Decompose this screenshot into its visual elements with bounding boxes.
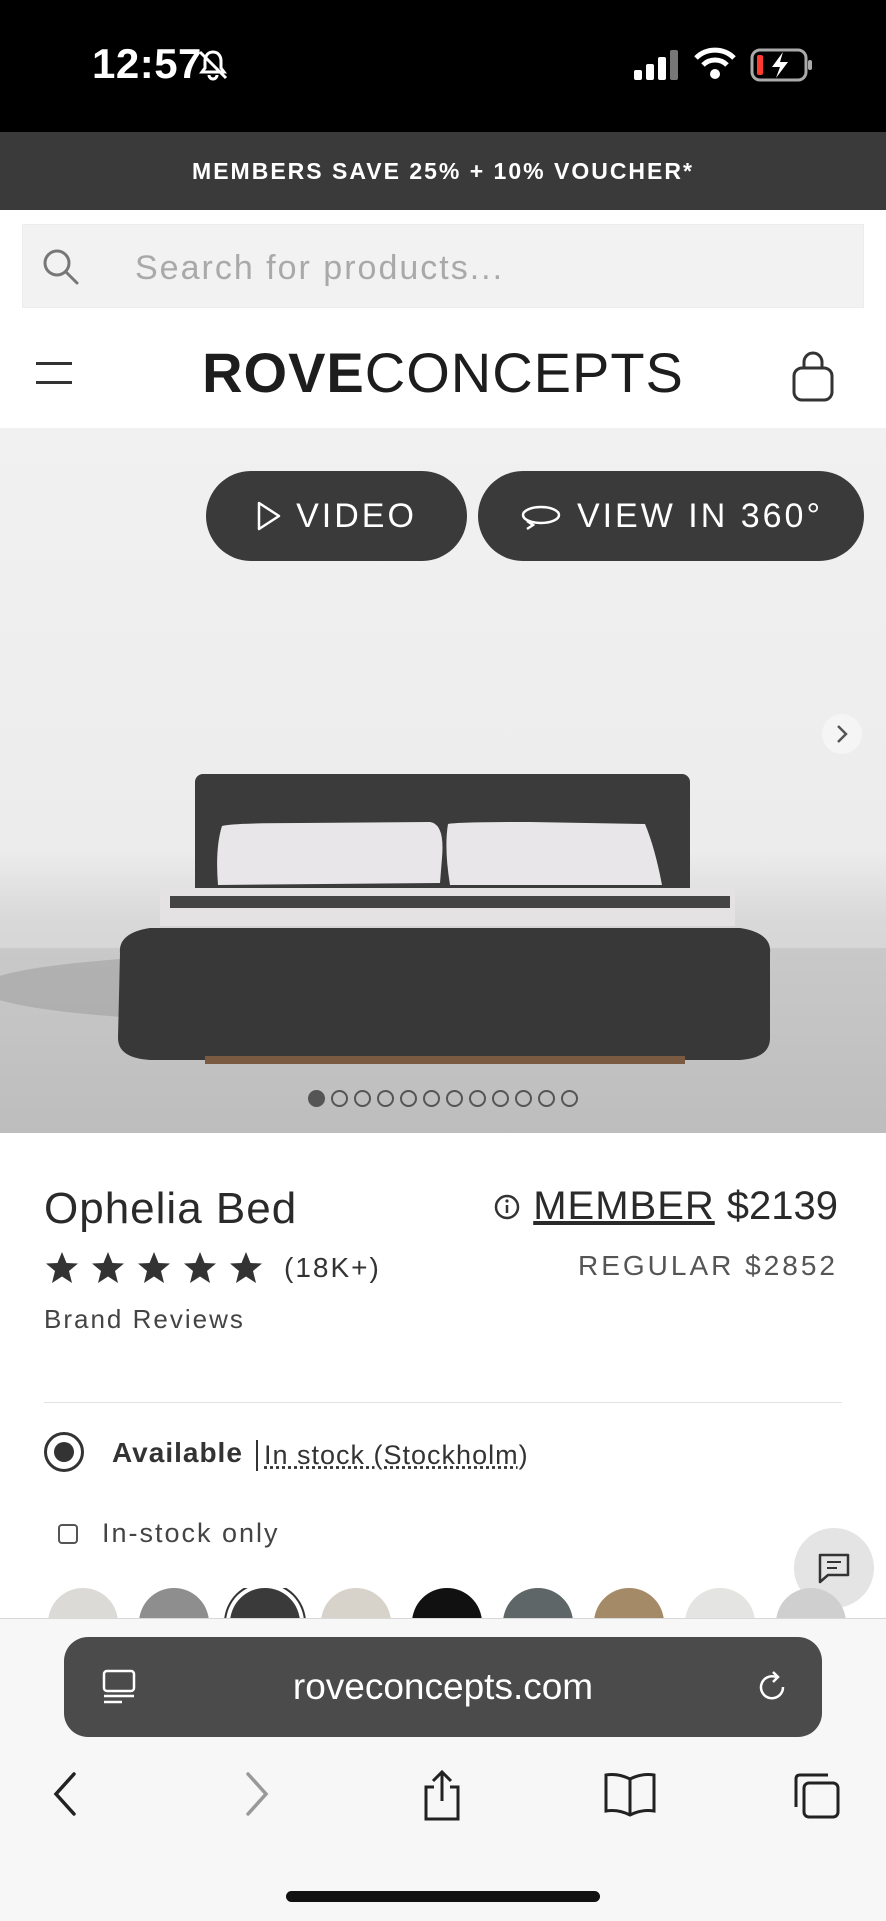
color-swatches[interactable] (0, 1588, 886, 1618)
cell-signal-icon (634, 50, 680, 80)
video-label: VIDEO (296, 497, 417, 536)
search-icon[interactable] (39, 245, 83, 289)
review-count: (18K+) (284, 1252, 381, 1284)
color-swatch[interactable] (503, 1588, 573, 1618)
rotate-360-icon (519, 501, 563, 531)
carousel-dot[interactable] (515, 1090, 532, 1107)
reader-mode-icon[interactable] (100, 1667, 140, 1707)
carousel-dot[interactable] (331, 1090, 348, 1107)
color-swatch[interactable] (321, 1588, 391, 1618)
carousel-next-button[interactable] (822, 714, 862, 754)
star-icon (90, 1250, 136, 1286)
view-360-label: VIEW IN 360° (577, 497, 823, 536)
view-360-button[interactable]: VIEW IN 360° (478, 471, 864, 561)
chevron-right-icon (835, 724, 849, 744)
color-swatch[interactable] (230, 1588, 300, 1618)
bell-slash-icon (196, 48, 230, 82)
info-icon[interactable] (493, 1193, 521, 1221)
browser-toolbar: roveconcepts.com (0, 1618, 886, 1921)
color-swatch[interactable] (139, 1588, 209, 1618)
search-input[interactable] (133, 225, 837, 311)
color-swatch[interactable] (412, 1588, 482, 1618)
chevron-right-icon (238, 1769, 274, 1819)
carousel-dot[interactable] (308, 1090, 325, 1107)
carousel-dot[interactable] (446, 1090, 463, 1107)
rating[interactable]: (18K+) (44, 1250, 381, 1286)
member-link[interactable]: MEMBER (533, 1184, 715, 1229)
color-swatch[interactable] (685, 1588, 755, 1618)
product-title: Ophelia Bed (44, 1184, 297, 1234)
back-button[interactable] (48, 1769, 84, 1824)
brand-logo[interactable]: ROVECONCEPTS (0, 340, 886, 405)
color-swatch[interactable] (776, 1588, 846, 1618)
carousel-dot[interactable] (538, 1090, 555, 1107)
carousel-dot[interactable] (400, 1090, 417, 1107)
star-icon (228, 1250, 274, 1286)
address-bar[interactable]: roveconcepts.com (64, 1637, 822, 1737)
availability-radio[interactable] (44, 1432, 84, 1472)
member-price: $2139 (727, 1184, 838, 1229)
share-button[interactable] (418, 1769, 466, 1828)
logo-bold-text: ROVE (202, 341, 365, 404)
carousel-dot[interactable] (423, 1090, 440, 1107)
chat-icon (816, 1551, 852, 1585)
book-icon (602, 1769, 658, 1819)
carousel-pagination (0, 1090, 886, 1107)
divider (44, 1402, 842, 1403)
product-image-carousel[interactable]: VIDEO VIEW IN 360° (0, 428, 886, 1133)
carousel-dot[interactable] (377, 1090, 394, 1107)
color-swatch[interactable] (48, 1588, 118, 1618)
reload-icon[interactable] (752, 1667, 792, 1707)
play-icon (256, 501, 282, 531)
color-swatch[interactable] (594, 1588, 664, 1618)
carousel-dot[interactable] (469, 1090, 486, 1107)
forward-button[interactable] (238, 1769, 274, 1824)
video-button[interactable]: VIDEO (206, 471, 467, 561)
chevron-left-icon (48, 1769, 84, 1819)
star-rating (44, 1250, 274, 1286)
promo-banner[interactable]: MEMBERS SAVE 25% + 10% VOUCHER* (0, 132, 886, 210)
carousel-dot[interactable] (561, 1090, 578, 1107)
share-icon (418, 1769, 466, 1823)
bookmarks-button[interactable] (602, 1769, 658, 1824)
battery-charging-icon (750, 48, 814, 82)
carousel-dot[interactable] (492, 1090, 509, 1107)
logo-light-text: CONCEPTS (365, 341, 684, 404)
tabs-icon (790, 1769, 842, 1821)
home-indicator (286, 1891, 600, 1902)
status-time: 12:57 (92, 40, 202, 88)
wifi-icon (694, 46, 736, 80)
availability-label: Available (112, 1437, 243, 1469)
search-bar[interactable] (22, 224, 864, 308)
member-price-line: MEMBER $2139 (493, 1184, 838, 1229)
stock-location-link[interactable]: In stock (Stockholm) (256, 1440, 529, 1471)
regular-price: REGULAR $2852 (578, 1250, 838, 1282)
carousel-dot[interactable] (354, 1090, 371, 1107)
url-text: roveconcepts.com (293, 1666, 593, 1708)
shopping-bag-icon[interactable] (788, 350, 838, 406)
status-bar: 12:57 (0, 0, 886, 132)
brand-reviews-link[interactable]: Brand Reviews (44, 1304, 245, 1335)
star-icon (136, 1250, 182, 1286)
star-icon (44, 1250, 90, 1286)
instock-only-checkbox[interactable] (58, 1524, 78, 1544)
instock-only-label[interactable]: In-stock only (102, 1518, 280, 1549)
star-icon (182, 1250, 228, 1286)
tabs-button[interactable] (790, 1769, 842, 1826)
